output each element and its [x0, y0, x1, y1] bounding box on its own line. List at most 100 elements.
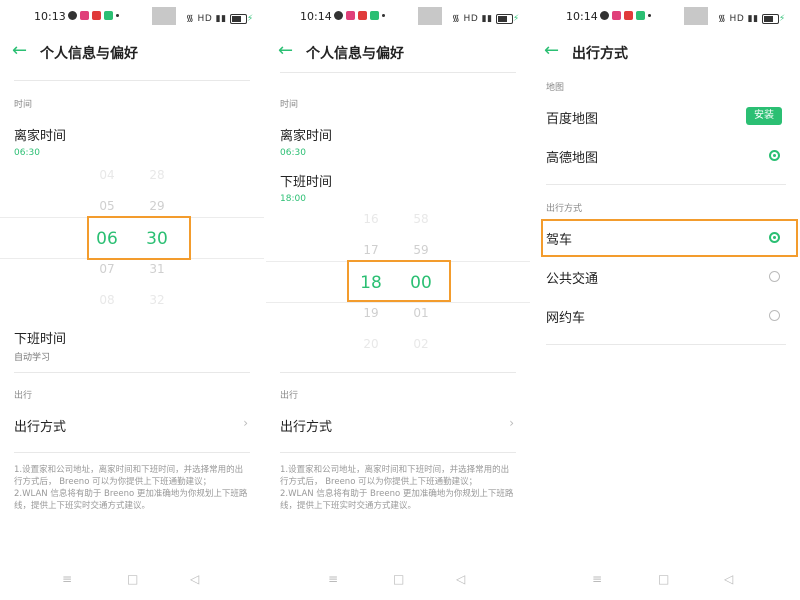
picker-hour[interactable]: 07 — [87, 262, 127, 276]
leave-home-value: 06:30 — [280, 148, 306, 158]
map-baidu-label: 百度地图 — [546, 112, 599, 127]
section-map-label: 地图 — [546, 83, 565, 93]
nav-bar: ≡ □ ◁ — [0, 560, 264, 600]
picker-minute[interactable]: 02 — [401, 337, 441, 351]
picker-minute[interactable]: 32 — [137, 293, 177, 307]
radio-unselected-icon[interactable] — [769, 271, 780, 282]
video-icon — [92, 11, 101, 20]
picker-hour[interactable]: 08 — [87, 293, 127, 307]
off-work-label[interactable]: 下班时间 — [280, 171, 332, 190]
charging-icon: ⚡ — [778, 14, 786, 24]
travel-mode-label[interactable]: 出行方式 — [14, 416, 66, 435]
screen-travel-mode: 10:14 ᯾ HD ▮▮ ⚡ ← 出行方式 地图 百度地图 安装 高德地图 出… — [532, 0, 800, 600]
battery-icon — [495, 13, 513, 24]
info-note: 1.设置家和公司地址，离家时间和下班时间，并选择常用的出行方式后， Breeno… — [14, 465, 248, 511]
video-icon — [358, 11, 367, 20]
notification-icons — [600, 11, 651, 20]
menu-icon[interactable]: ≡ — [328, 572, 338, 586]
divider — [280, 452, 516, 453]
wifi-icon: ᯾ — [186, 14, 195, 24]
install-button[interactable]: 安装 — [746, 107, 782, 125]
picker-minute[interactable]: 58 — [401, 212, 441, 226]
info-note: 1.设置家和公司地址，离家时间和下班时间，并选择常用的出行方式后， Breeno… — [280, 465, 514, 511]
travel-mode-label[interactable]: 出行方式 — [280, 416, 332, 435]
nav-bar: ≡ □ ◁ — [266, 560, 530, 600]
picker-minute[interactable]: 28 — [137, 168, 177, 182]
radio-unselected-icon[interactable] — [769, 310, 780, 321]
back-triangle-icon[interactable]: ◁ — [456, 572, 465, 586]
picker-hour[interactable]: 20 — [351, 337, 391, 351]
divider — [14, 80, 250, 81]
menu-icon[interactable]: ≡ — [592, 572, 602, 586]
redacted-area — [684, 7, 708, 25]
map-gaode-label: 高德地图 — [546, 151, 599, 166]
home-square-icon[interactable]: □ — [658, 572, 669, 586]
redacted-area — [418, 7, 442, 25]
signal-icon: ▮▮ — [215, 14, 227, 24]
leave-home-value: 06:30 — [14, 148, 40, 158]
wechat-icon — [68, 11, 77, 20]
notification-icons — [68, 11, 119, 20]
hd-label: HD — [729, 14, 745, 24]
picker-hour[interactable]: 17 — [351, 243, 391, 257]
radio-selected-icon[interactable] — [769, 150, 780, 161]
battery-icon — [229, 13, 247, 24]
menu-icon[interactable]: ≡ — [62, 572, 72, 586]
hd-label: HD — [197, 14, 213, 24]
status-bar: 10:14 ᯾ HD ▮▮ ⚡ — [532, 0, 800, 32]
wifi-icon: ᯾ — [452, 14, 461, 24]
picker-hour[interactable]: 16 — [351, 212, 391, 226]
leave-home-label[interactable]: 离家时间 — [14, 125, 66, 144]
highlight-box — [87, 216, 191, 260]
back-triangle-icon[interactable]: ◁ — [190, 572, 199, 586]
app-icon — [612, 11, 621, 20]
picker-minute[interactable]: 59 — [401, 243, 441, 257]
header: ← 个人信息与偏好 — [266, 34, 530, 70]
charging-icon: ⚡ — [512, 14, 520, 24]
off-work-value: 自动学习 — [14, 353, 51, 363]
picker-hour[interactable]: 04 — [87, 168, 127, 182]
back-arrow-icon[interactable]: ← — [12, 42, 27, 60]
header: ← 个人信息与偏好 — [0, 34, 264, 70]
section-time-label: 时间 — [280, 100, 299, 110]
more-dot-icon — [116, 14, 119, 17]
back-triangle-icon[interactable]: ◁ — [724, 572, 733, 586]
picker-minute[interactable]: 31 — [137, 262, 177, 276]
status-time: 10:14 — [300, 10, 332, 23]
divider — [14, 452, 250, 453]
leave-home-label[interactable]: 离家时间 — [280, 125, 332, 144]
picker-minute[interactable]: 29 — [137, 199, 177, 213]
page-title: 个人信息与偏好 — [40, 46, 138, 62]
picker-hour[interactable]: 05 — [87, 199, 127, 213]
picker-hour[interactable]: 19 — [351, 306, 391, 320]
back-arrow-icon[interactable]: ← — [544, 42, 559, 60]
status-right: ᯾ HD ▮▮ ⚡ — [452, 11, 520, 24]
divider — [546, 184, 786, 185]
home-square-icon[interactable]: □ — [127, 572, 138, 586]
divider — [280, 72, 516, 73]
picker-line — [266, 302, 530, 303]
hd-label: HD — [463, 14, 479, 24]
page-title: 个人信息与偏好 — [306, 46, 404, 62]
wechat-icon — [334, 11, 343, 20]
signal-icon: ▮▮ — [481, 14, 493, 24]
page-title: 出行方式 — [572, 46, 628, 62]
section-travel-label: 出行 — [14, 391, 33, 401]
home-square-icon[interactable]: □ — [393, 572, 404, 586]
signal-icon: ▮▮ — [747, 14, 759, 24]
divider — [546, 344, 786, 345]
off-work-label[interactable]: 下班时间 — [14, 328, 66, 347]
video-icon — [624, 11, 633, 20]
more-dot-icon — [648, 14, 651, 17]
battery-icon — [761, 13, 779, 24]
nav-bar: ≡ □ ◁ — [532, 560, 800, 600]
app-icon — [370, 11, 379, 20]
status-right: ᯾ HD ▮▮ ⚡ — [718, 11, 786, 24]
picker-minute[interactable]: 01 — [401, 306, 441, 320]
back-arrow-icon[interactable]: ← — [278, 42, 293, 60]
section-mode-label: 出行方式 — [546, 204, 583, 214]
notification-icons — [334, 11, 385, 20]
mode-ridehail-label: 网约车 — [546, 311, 586, 326]
highlight-box — [541, 219, 798, 257]
app-icon — [104, 11, 113, 20]
